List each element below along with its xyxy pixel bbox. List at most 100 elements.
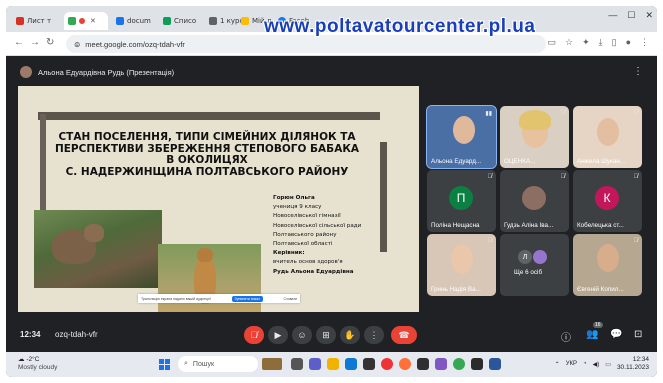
participant-tile[interactable]: К 🎙̸ Кобелецька ст... (573, 170, 642, 232)
mic-off-icon: 🎙̸ (250, 330, 258, 340)
battery-icon[interactable]: ▭ (605, 361, 611, 368)
tray-chevron-icon[interactable]: ⌃ (555, 361, 560, 368)
participant-tile[interactable]: 🎙̸ ОЦЕНКА... (500, 106, 569, 168)
url-text: meet.google.com/ozq-tdah-vfr (85, 39, 185, 49)
chat-icon[interactable]: 💬 (610, 329, 622, 340)
close-window-icon[interactable]: ✕ (645, 10, 653, 21)
participant-tile[interactable]: ▮▮ Альона Едуард... (426, 105, 497, 169)
reactions-button[interactable]: ☺ (292, 326, 312, 344)
camera-icon: ▶ (274, 329, 282, 340)
participants-count-badge: 16 (593, 322, 603, 328)
meeting-clock: 12:34 (20, 330, 41, 339)
cast-icon[interactable]: ▭ (547, 37, 556, 48)
close-tab-icon[interactable]: ✕ (90, 17, 96, 25)
volume-icon[interactable]: ◀) (593, 361, 600, 368)
author-line: Полтавської області (273, 241, 333, 248)
task-view-icon[interactable] (291, 358, 303, 370)
author-line: учениця 9 класу (273, 204, 322, 211)
slide-title-line: В ОКОЛИЦЯХ (166, 154, 248, 166)
slide-title-line: С. НАДЕРЖИНЩИНА ПОЛТАВСЬКОГО РАЙОНУ (65, 165, 349, 178)
menu-icon[interactable]: ⋮ (640, 37, 649, 48)
end-call-icon: ☎ (398, 329, 410, 340)
site-info-icon[interactable]: ⊜ (74, 40, 80, 49)
participant-photo-avatar (522, 186, 546, 210)
tab-3[interactable]: docum (112, 12, 156, 30)
more-participants-tile[interactable]: Л Ще 6 осіб (500, 234, 569, 296)
wifi-icon[interactable]: ◔ (583, 361, 587, 367)
edge-icon[interactable] (345, 358, 357, 370)
clock-time: 12:34 (632, 356, 649, 363)
viber-icon[interactable] (435, 358, 447, 370)
window-controls: — ☐ ✕ (608, 10, 653, 21)
minimize-icon[interactable]: — (608, 10, 617, 21)
taskbar-search[interactable]: ⌕ Пошук (178, 356, 258, 372)
side-panel-icon[interactable]: ▯ (612, 37, 617, 48)
mic-off-icon: 🎙̸ (560, 110, 566, 116)
store-icon[interactable] (363, 358, 375, 370)
search-placeholder: Пошук (192, 360, 215, 368)
participant-video (453, 116, 475, 144)
raise-hand-button[interactable]: ✋ (340, 326, 360, 344)
app-icon[interactable] (471, 358, 483, 370)
language-indicator[interactable]: УКР (566, 361, 577, 367)
speaking-indicator-icon: ▮▮ (485, 111, 492, 117)
marmot-photo-1 (34, 210, 162, 288)
participant-photo-avatar (533, 250, 547, 264)
tab-meet-active[interactable]: ✕ (64, 12, 108, 30)
forward-icon[interactable]: → (30, 37, 40, 48)
slide-decor-bar (38, 112, 380, 120)
word-icon[interactable] (489, 358, 501, 370)
screen-frame: Лист т ✕ docum Списо 1 курс Мій д Faceb (6, 6, 657, 377)
tab-label: Лист т (27, 17, 52, 25)
back-icon[interactable]: ← (14, 37, 24, 48)
slide-decor-bar (380, 142, 387, 252)
taskbar-clock[interactable]: 12:34 30.11.2023 (617, 356, 649, 372)
opera-icon[interactable] (381, 358, 393, 370)
participant-name: Анжела Шукан... (577, 158, 626, 165)
tab-1[interactable]: Лист т (12, 12, 60, 30)
mic-off-icon: 🎙̸ (560, 174, 566, 180)
participant-video (451, 244, 473, 274)
teams-icon[interactable] (309, 358, 321, 370)
profile-icon[interactable]: ● (626, 37, 631, 48)
stop-sharing-button[interactable]: Зупинити показ (231, 295, 263, 302)
leave-call-button[interactable]: ☎ (391, 326, 417, 344)
participant-tile[interactable]: 🎙̸ Євгеній Копил... (573, 234, 642, 296)
meet-icon (68, 17, 76, 25)
participant-name: Поліна Нещасна (431, 222, 480, 229)
download-icon[interactable]: ⤓ (599, 37, 603, 48)
participant-tile[interactable]: 🎙̸ Гринь Надія Ва... (427, 234, 496, 296)
activities-icon[interactable]: ⊡ (634, 329, 642, 340)
participant-tile[interactable]: 🎙̸ Анжела Шукан... (573, 106, 642, 168)
screen-share-notice: Трансляцію екрана надано вашій аудиторії… (138, 294, 300, 303)
meeting-info-icon[interactable]: ⓘ (561, 329, 571, 344)
mic-toggle-button[interactable]: 🎙̸ (244, 326, 264, 344)
tab-4[interactable]: Списо (159, 12, 203, 30)
chrome-icon[interactable] (453, 358, 465, 370)
people-icon[interactable]: 👥 (586, 329, 598, 340)
hide-notice-button[interactable]: Сховати (284, 297, 297, 301)
reload-icon[interactable]: ↻ (46, 37, 54, 48)
windows-start-icon[interactable] (159, 359, 170, 370)
slide-title-line: СТАН ПОСЕЛЕННЯ, ТИПИ СІМЕЙНИХ ДІЛЯНОК ТА (58, 131, 356, 143)
participant-tile[interactable]: П 🎙̸ Поліна Нещасна (427, 170, 496, 232)
participant-name: Кобелецька ст... (577, 222, 624, 229)
present-button[interactable]: ⊞ (316, 326, 336, 344)
more-options-button[interactable]: ⋮ (364, 326, 384, 344)
presentation-stage: СТАН ПОСЕЛЕННЯ, ТИПИ СІМЕЙНИХ ДІЛЯНОК ТА… (18, 86, 419, 312)
hand-icon: ✋ (344, 329, 356, 340)
participant-name: Альона Едуард... (431, 158, 482, 165)
maximize-icon[interactable]: ☐ (627, 10, 635, 21)
weather-widget[interactable]: ☁ -2°C Mostly cloudy (18, 356, 57, 372)
camera-toggle-button[interactable]: ▶ (268, 326, 288, 344)
news-widget-icon[interactable] (262, 358, 282, 370)
app-icon[interactable] (417, 358, 429, 370)
file-explorer-icon[interactable] (327, 358, 339, 370)
bookmark-star-icon[interactable]: ☆ (565, 37, 573, 48)
participant-tile[interactable]: 🎙̸ Гудзь Аліна Іва... (500, 170, 569, 232)
participant-initial-avatar: К (595, 186, 619, 210)
more-participants-label: Ще 6 осіб (514, 269, 543, 276)
firefox-icon[interactable] (399, 358, 411, 370)
extensions-icon[interactable]: ✦ (582, 37, 590, 48)
more-options-icon[interactable]: ⋮ (633, 66, 643, 77)
